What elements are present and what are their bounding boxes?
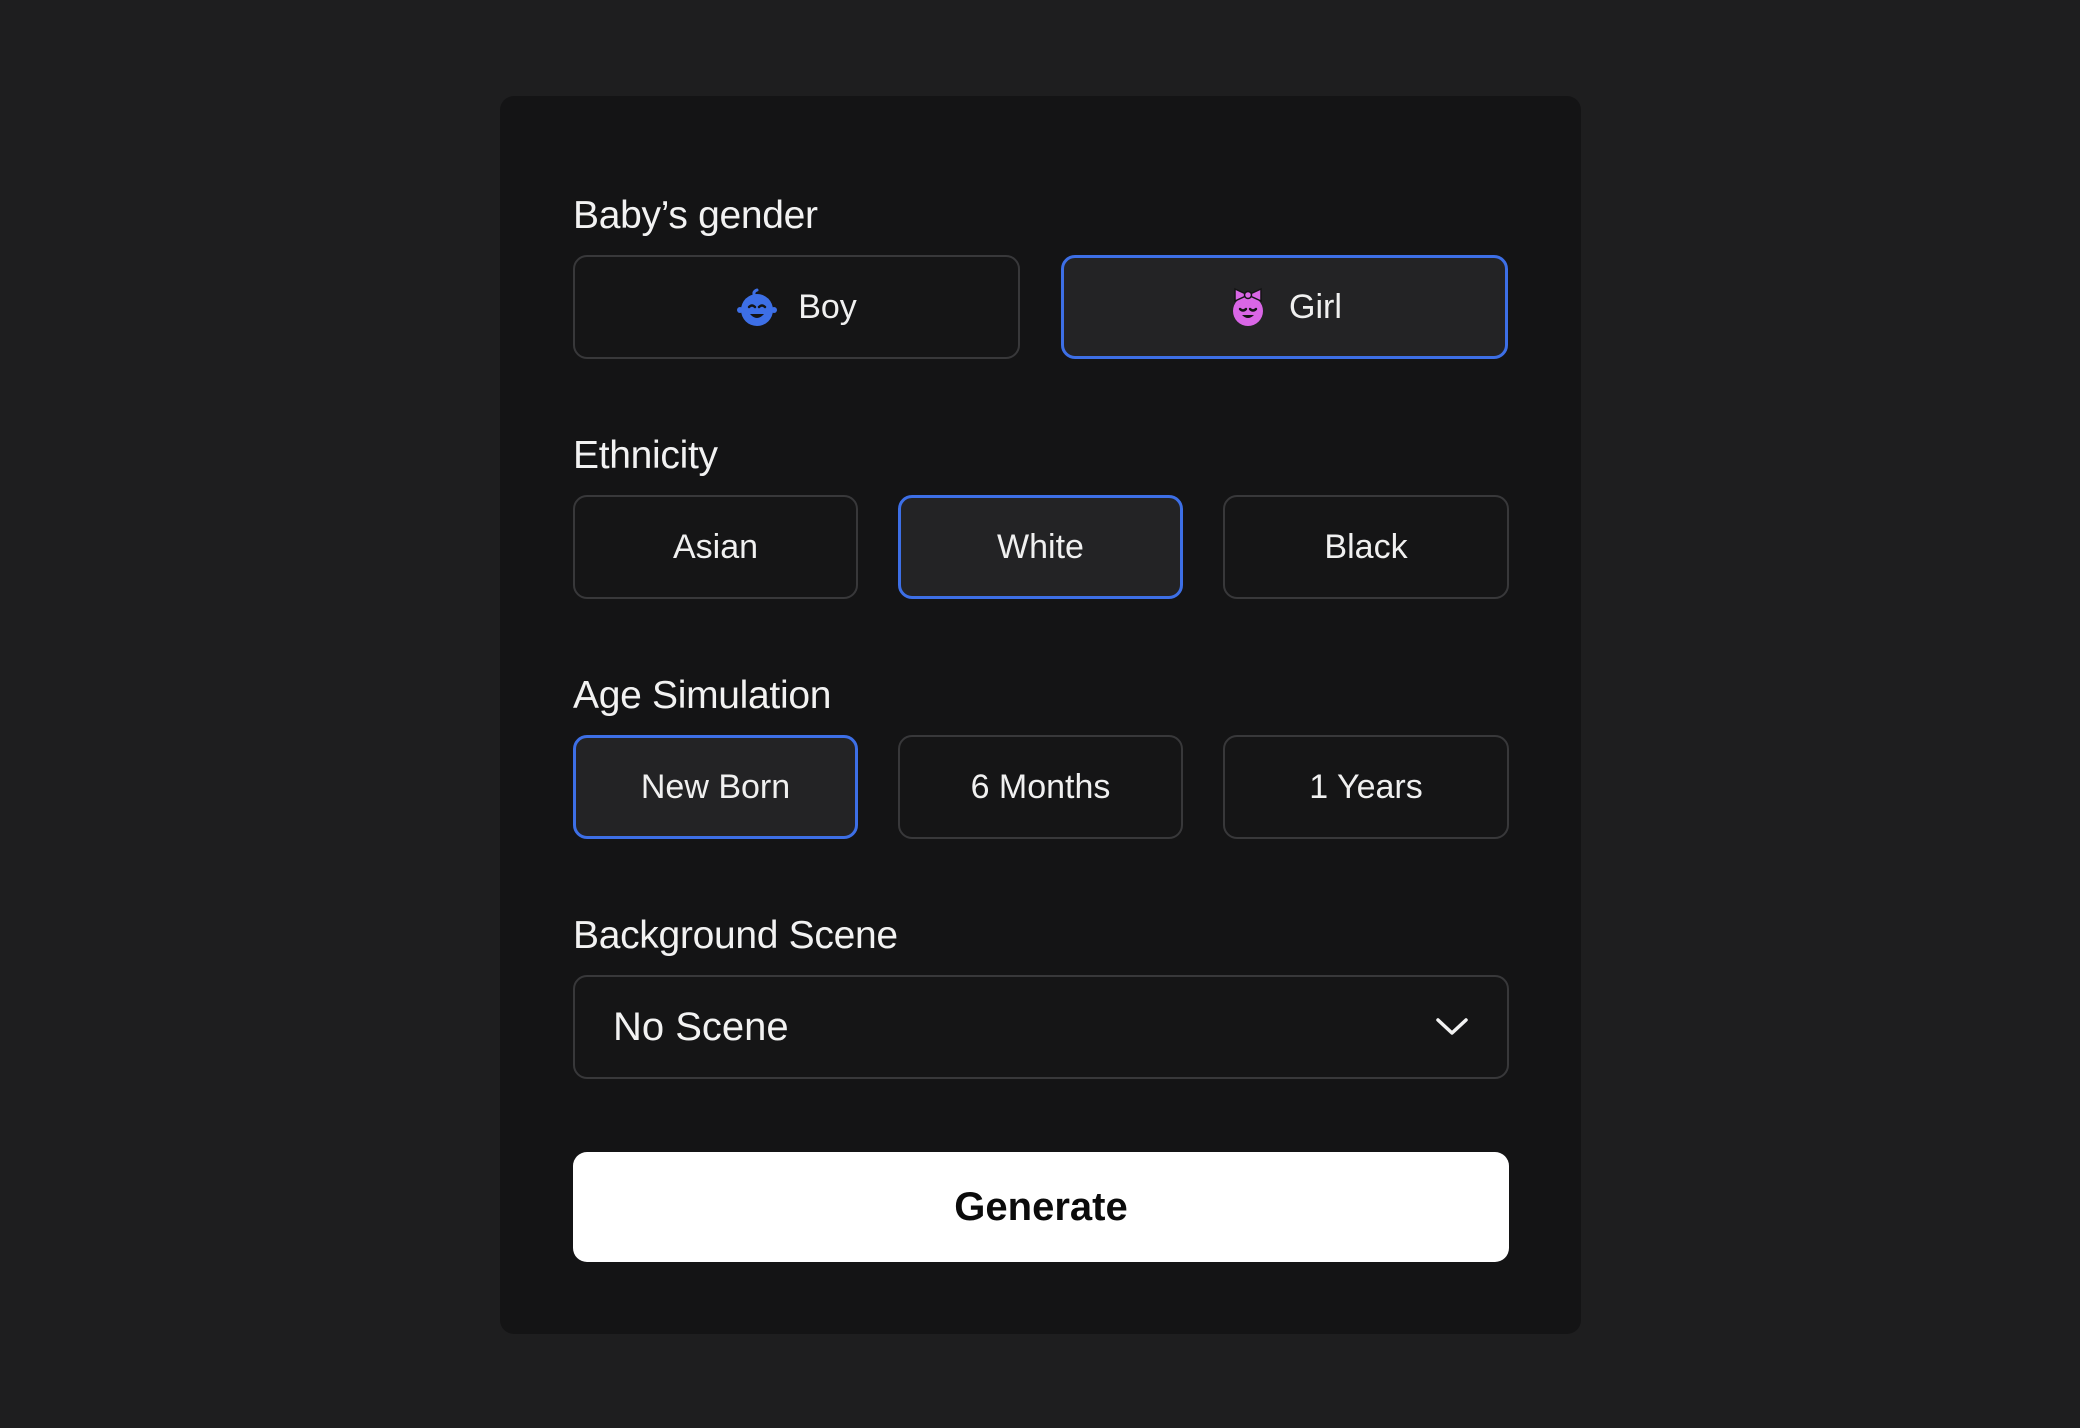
baby-girl-icon [1227,286,1269,328]
background-scene-value: No Scene [613,1004,789,1049]
gender-option-boy[interactable]: Boy [573,255,1020,359]
ethnicity-option-black[interactable]: Black [1223,495,1509,599]
background-scene-select[interactable]: No Scene [573,975,1509,1079]
age-option-1-years[interactable]: 1 Years [1223,735,1509,839]
ethnicity-option-black-label: Black [1324,527,1408,566]
age-option-6-months[interactable]: 6 Months [898,735,1183,839]
ethnicity-option-white-label: White [997,527,1084,566]
age-option-new-born[interactable]: New Born [573,735,858,839]
gender-option-boy-label: Boy [798,287,857,326]
baby-generator-panel: Baby’s gender Boy Girl Ethnicity Asian W… [500,96,1581,1334]
age-simulation-label: Age Simulation [573,674,832,717]
gender-label: Baby’s gender [573,194,818,237]
baby-boy-icon [736,286,778,328]
ethnicity-option-asian[interactable]: Asian [573,495,858,599]
background-scene-label: Background Scene [573,914,898,957]
age-option-1-years-label: 1 Years [1309,767,1423,806]
gender-option-girl-label: Girl [1289,287,1342,326]
generate-button[interactable]: Generate [573,1152,1509,1262]
ethnicity-option-white[interactable]: White [898,495,1183,599]
age-option-new-born-label: New Born [640,767,791,806]
chevron-down-icon [1435,1017,1469,1037]
app-background: Baby’s gender Boy Girl Ethnicity Asian W… [0,0,2080,1428]
age-option-6-months-label: 6 Months [970,767,1111,806]
ethnicity-option-asian-label: Asian [672,527,759,566]
gender-option-girl[interactable]: Girl [1061,255,1508,359]
ethnicity-label: Ethnicity [573,434,718,477]
